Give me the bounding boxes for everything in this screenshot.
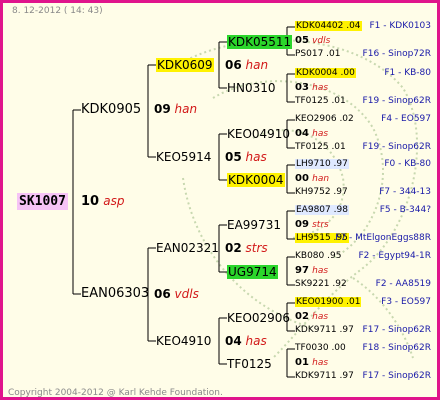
gen4-bottom[interactable]: KDK9711 .97 (295, 372, 354, 381)
gen3-item[interactable]: TF0125 (227, 358, 272, 370)
gen4-id-top: F0 - KB-80 (384, 159, 431, 169)
gen4-id-top: F2 - Egypt94-1R (358, 251, 431, 261)
gen3-item[interactable]: KEO02906 (227, 312, 290, 324)
root-gen: 10 asp (81, 194, 125, 209)
gen2-item[interactable]: KDK0609 (156, 58, 214, 72)
gen1-sire-gen: 09 han (154, 102, 198, 116)
gen4-top[interactable]: KDK04402 .04 (295, 21, 362, 31)
gen4-top[interactable]: LH9710 .97 (295, 159, 349, 169)
gen4-id-bottom: F2 - AA8519 (375, 279, 431, 289)
gen4-id-bottom: F16 - Sinop72R (362, 49, 431, 59)
gen4-top[interactable]: TF0030 .00 (295, 344, 346, 353)
gen4-mid: 00 han (295, 173, 330, 184)
gen4-mid: 04 has (295, 128, 329, 139)
gen4-mid: 03 has (295, 82, 329, 93)
gen3-item[interactable]: KDK05511 (227, 35, 293, 49)
gen4-mid: 09 strs (295, 219, 329, 230)
gen4-id-top: F1 - KDK0103 (369, 21, 431, 31)
gen4-top[interactable]: KEO2906 .02 (295, 115, 354, 124)
copyright-footer: Copyright 2004-2012 @ Karl Kehde Foundat… (8, 388, 223, 398)
gen4-id-top: F18 - Sinop62R (362, 343, 431, 353)
gen3-item[interactable]: HN0310 (227, 82, 276, 94)
gen4-id-top: F4 - EO597 (381, 114, 431, 124)
gen4-id-bottom: F17 - Sinop62R (362, 371, 431, 381)
gen4-id-top: F5 - B-344? (379, 205, 431, 215)
gen1-dam-gen: 06 vdls (154, 287, 199, 301)
gen4-top[interactable]: KB080 .95 (295, 252, 341, 261)
root-pigeon[interactable]: SK1007 (17, 193, 68, 210)
gen4-top[interactable]: KEO01900 .01 (295, 297, 362, 307)
gen4-id-bottom: F19 - Sinop62R (362, 96, 431, 106)
gen3-item[interactable]: UG9714 (227, 265, 278, 279)
gen4-id-bottom: F7 - 344-13 (379, 187, 431, 197)
gen2-item[interactable]: KEO4910 (156, 335, 211, 347)
gen4-bottom[interactable]: TF0125 .01 (295, 97, 346, 106)
gen4-mid: 01 has (295, 357, 329, 368)
gen4-mid: 05 vdls (295, 35, 331, 46)
gen1-dam[interactable]: EAN06303 (81, 287, 149, 300)
gen3-item[interactable]: EA99731 (227, 219, 281, 231)
gen3-item[interactable]: KEO04910 (227, 128, 290, 140)
pedigree-connectors (72, 26, 295, 378)
gen4-bottom[interactable]: PS017 .01 (295, 50, 341, 59)
gen2-item-gen: 04 has (225, 334, 267, 348)
gen2-item-gen: 06 han (225, 58, 269, 72)
pedigree-panel: 8. 12-2012 ( 14: 43) SK1007 10 asp KDK09… (0, 0, 440, 400)
gen2-item[interactable]: KEO5914 (156, 151, 211, 163)
gen1-sire[interactable]: KDK0905 (81, 103, 141, 116)
gen4-bottom[interactable]: KH9752 .97 (295, 188, 348, 197)
gen2-item[interactable]: EAN02321 (156, 242, 219, 254)
gen4-id-bottom: F19 - Sinop62R (362, 142, 431, 152)
gen4-mid: 97 has (295, 265, 329, 276)
gen4-id-bottom: F7 - MtElgonEggs88R (335, 233, 431, 243)
gen4-top[interactable]: EA9807 .98 (295, 205, 349, 215)
gen4-id-top: F1 - KB-80 (384, 68, 431, 78)
gen4-top[interactable]: KDK0004 .00 (295, 68, 356, 78)
gen4-id-top: F3 - EO597 (381, 297, 431, 307)
gen3-item[interactable]: KDK0004 (227, 173, 285, 187)
gen2-item-gen: 02 strs (225, 241, 268, 255)
gen4-bottom[interactable]: TF0125 .01 (295, 143, 346, 152)
gen4-bottom[interactable]: SK9221 .92 (295, 280, 347, 289)
gen4-mid: 02 has (295, 311, 329, 322)
gen2-item-gen: 05 has (225, 150, 267, 164)
gen4-bottom[interactable]: KDK9711 .97 (295, 326, 354, 335)
gen4-id-bottom: F17 - Sinop62R (362, 325, 431, 335)
